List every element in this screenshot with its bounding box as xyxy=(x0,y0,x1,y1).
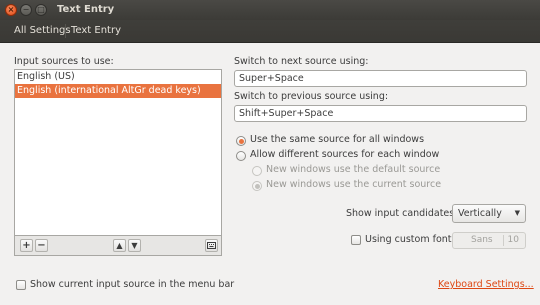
chevron-up-icon: ▲ xyxy=(116,241,123,250)
keyboard-layout-button[interactable] xyxy=(205,239,218,252)
input-sources-list[interactable]: English (US) English (international AltG… xyxy=(14,69,222,236)
custom-font-checkbox[interactable] xyxy=(351,235,361,245)
list-item[interactable]: English (US) xyxy=(15,70,221,84)
same-source-label: Use the same source for all windows xyxy=(250,134,425,145)
different-sources-radio[interactable] xyxy=(236,151,246,161)
list-toolbar: + − ▲ ▼ xyxy=(14,236,222,256)
move-down-button[interactable]: ▼ xyxy=(128,239,141,252)
close-button[interactable]: × xyxy=(5,4,17,16)
new-current-radio[interactable] xyxy=(252,181,262,191)
new-default-label: New windows use the default source xyxy=(266,164,441,175)
breadcrumb-divider xyxy=(65,24,66,38)
title-bar: × − □ Text Entry xyxy=(0,0,540,20)
keyboard-icon xyxy=(207,242,216,249)
breadcrumb-text-entry[interactable]: Text Entry xyxy=(69,22,123,39)
window-title: Text Entry xyxy=(57,4,115,15)
previous-source-label: Switch to previous source using: xyxy=(234,91,389,102)
chevron-down-icon: ▼ xyxy=(131,241,138,250)
list-item-selected[interactable]: English (international AltGr dead keys) xyxy=(15,84,221,98)
keyboard-settings-link[interactable]: Keyboard Settings... xyxy=(438,279,534,290)
new-current-label: New windows use the current source xyxy=(266,179,442,190)
show-current-source-checkbox[interactable] xyxy=(16,280,26,290)
input-sources-label: Input sources to use: xyxy=(14,56,114,67)
input-candidates-label: Show input candidates: xyxy=(346,208,458,219)
minimize-button[interactable]: − xyxy=(20,4,32,16)
new-default-radio[interactable] xyxy=(252,166,262,176)
input-candidates-value: Vertically xyxy=(458,208,502,219)
all-settings-button[interactable]: All Settings xyxy=(12,22,73,39)
font-chooser-button[interactable]: Sans 10 xyxy=(452,232,526,249)
show-current-source-label: Show current input source in the menu ba… xyxy=(30,279,235,290)
move-up-button[interactable]: ▲ xyxy=(113,239,126,252)
minimize-icon: − xyxy=(22,5,30,14)
same-source-radio[interactable] xyxy=(236,136,246,146)
add-source-button[interactable]: + xyxy=(20,239,33,252)
font-size: 10 xyxy=(507,235,519,245)
font-name: Sans xyxy=(471,235,493,245)
maximize-button[interactable]: □ xyxy=(35,4,47,16)
previous-source-shortcut-field[interactable]: Shift+Super+Space xyxy=(234,105,527,122)
toolbar: All Settings Text Entry xyxy=(0,20,540,43)
next-source-shortcut-field[interactable]: Super+Space xyxy=(234,70,527,87)
chevron-down-icon: ▼ xyxy=(514,209,520,217)
maximize-icon: □ xyxy=(37,5,45,14)
different-sources-label: Allow different sources for each window xyxy=(250,149,440,160)
next-source-label: Switch to next source using: xyxy=(234,56,369,67)
close-icon: × xyxy=(7,5,15,14)
minus-icon: − xyxy=(37,240,46,251)
font-button-divider xyxy=(503,235,504,246)
plus-icon: + xyxy=(22,240,31,251)
remove-source-button[interactable]: − xyxy=(35,239,48,252)
input-candidates-dropdown[interactable]: Vertically ▼ xyxy=(452,204,526,223)
custom-font-label: Using custom font: xyxy=(365,234,455,245)
